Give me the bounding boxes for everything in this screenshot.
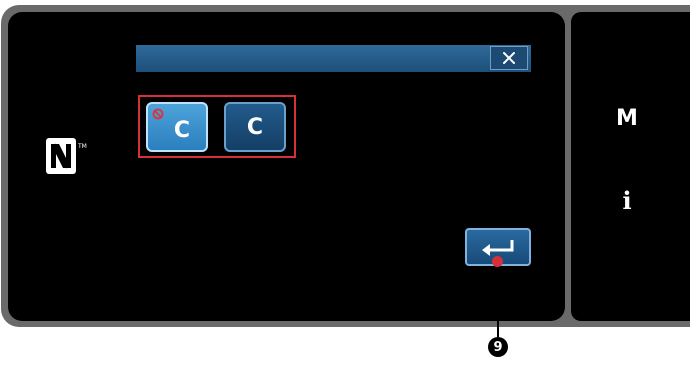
c-prohibited-button[interactable]: C [146,102,208,152]
c-button[interactable]: C [224,102,286,152]
mode-button[interactable]: M [597,98,657,138]
nfc-n-mark-icon: TM [46,138,87,174]
c-prohibited-label: C [173,117,191,143]
info-button[interactable]: i [597,180,657,220]
callout-number: 9 [488,337,508,357]
c-label: C [246,114,264,140]
svg-text:TM: TM [77,143,87,150]
side-screen [571,12,690,321]
dialog-titlebar [136,45,531,72]
close-button[interactable] [490,46,528,70]
callout-leader-line [497,261,499,337]
close-icon [503,52,515,64]
enter-return-icon [482,240,514,256]
callout-pointer-dot [492,256,503,267]
prohibited-icon [152,108,164,120]
